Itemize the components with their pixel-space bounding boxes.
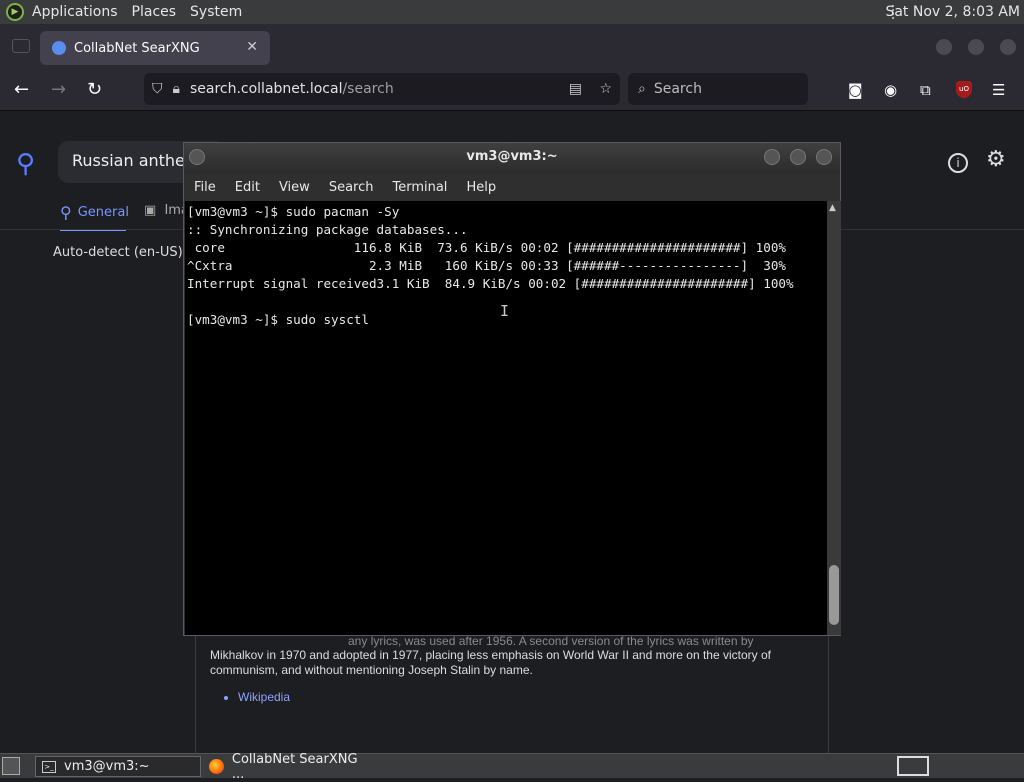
search-placeholder: Search [653,81,702,97]
shield-icon[interactable]: ⛉ [152,81,163,97]
firefox-icon [209,759,224,774]
menu-applications[interactable]: Applications [32,4,118,20]
infobox-text-cut: any lyrics, was used after 1956. A secon… [348,634,754,648]
text-cursor-icon: I [500,302,510,320]
terminal-line: ^Cxtra 2.3 MiB 160 KiB/s 00:33 [######--… [187,258,786,273]
reload-icon[interactable]: ↻ [87,79,102,100]
lock-icon[interactable]: 🔒︎ [173,81,180,97]
nav-toolbar: ← → ↻ ⛉ 🔒︎ search.collabnet.local /searc… [0,69,1024,111]
taskbar-terminal-label: vm3@vm3:~ [64,759,150,774]
terminal-menu-view[interactable]: View [279,180,310,195]
bottom-taskbar: >_ vm3@vm3:~ CollabNet SearXNG ... [0,752,1024,782]
show-desktop-icon[interactable] [2,757,20,775]
terminal-line: :: Synchronizing package databases... [187,222,468,237]
top-panel: ▶ Applications Places System Sat Nov 2, … [0,0,1024,25]
terminal-title: vm3@vm3:~ [466,149,558,164]
terminal-menu-file[interactable]: File [194,180,216,195]
pocket-icon[interactable]: ◙ [848,81,863,99]
terminal-close-button[interactable] [816,149,832,165]
terminal-titlebar[interactable]: vm3@vm3:~ [184,143,840,173]
taskbar-browser-label: CollabNet SearXNG ... [231,751,358,782]
terminal-output[interactable]: [vm3@vm3 ~]$ sudo pacman -Sy:: Synchroni… [185,201,827,635]
search-icon: ⌕ [638,81,646,97]
url-path: /search [342,81,394,97]
terminal-maximize-button[interactable] [790,149,806,165]
searxng-favicon-icon [52,41,66,55]
bookmark-star-icon[interactable]: ☆ [599,81,612,97]
infobox-text: Mikhalkov in 1970 and adopted in 1977, p… [210,648,771,677]
terminal-scrollbar[interactable]: ▲ [827,201,841,635]
terminal-menu-help[interactable]: Help [466,180,496,195]
terminal-menubar: File Edit View Search Terminal Help [184,173,840,201]
url-domain: search.collabnet.local [189,81,343,97]
extensions-icon[interactable]: ⧉ [920,81,931,99]
minimize-window-button[interactable] [936,39,952,55]
menu-system[interactable]: System [190,4,242,20]
info-icon[interactable]: i [948,153,968,173]
searxng-logo-icon[interactable]: ⚲ [16,149,35,179]
terminal-window[interactable]: vm3@vm3:~ File Edit View Search Terminal… [183,142,841,636]
tab-title: CollabNet SearXNG [74,40,200,56]
distro-logo-icon[interactable]: ▶ [6,3,24,21]
terminal-line: [vm3@vm3 ~]$ sudo pacman -Sy [187,204,400,219]
account-icon[interactable]: ◉ [884,81,897,99]
terminal-menu-search[interactable]: Search [329,180,374,195]
close-window-button[interactable] [1000,39,1016,55]
tab-general[interactable]: ⚲ General [60,203,129,231]
window-menu-button[interactable] [189,149,205,165]
workspace-switcher[interactable] [897,756,929,776]
terminal-minimize-button[interactable] [764,149,780,165]
close-tab-icon[interactable]: ✕ [246,39,258,55]
settings-gear-icon[interactable]: ⚙ [986,147,1006,172]
scrollbar-thumb[interactable] [829,565,839,625]
image-icon: ▣ [144,203,157,218]
language-selector[interactable]: Auto-detect (en-US) [53,245,183,260]
forward-arrow-icon[interactable]: → [51,79,66,100]
infobox-links: Wikipedia [238,690,814,705]
search-icon: ⚲ [60,203,72,222]
terminal-line: Interrupt signal received3.1 KiB 84.9 Ki… [187,276,794,291]
wikipedia-link[interactable]: Wikipedia [238,690,814,705]
terminal-menu-edit[interactable]: Edit [235,180,260,195]
tab-bar: CollabNet SearXNG ✕ [0,25,1024,69]
ublock-origin-icon[interactable]: uO [956,81,972,98]
terminal-line: core 116.8 KiB 73.6 KiB/s 00:02 [#######… [187,240,786,255]
menu-places[interactable]: Places [132,4,177,20]
tab-general-label: General [77,205,129,220]
clock[interactable]: Sat Nov 2, 8:03 AM [885,4,1020,20]
tab-overview-icon[interactable] [12,39,30,53]
reader-view-icon[interactable]: ▤ [569,81,582,97]
browser-tab[interactable]: CollabNet SearXNG ✕ [40,31,270,65]
terminal-icon: >_ [42,760,56,773]
search-bar[interactable]: ⌕ Search [628,73,808,105]
url-bar[interactable]: ⛉ 🔒︎ search.collabnet.local /search ▤ ☆ [144,73,620,105]
back-arrow-icon[interactable]: ← [14,79,29,100]
taskbar-item-browser[interactable]: CollabNet SearXNG ... [203,752,373,782]
maximize-window-button[interactable] [968,39,984,55]
hamburger-menu-icon[interactable]: ☰ [992,81,1005,99]
terminal-menu-terminal[interactable]: Terminal [392,180,447,195]
taskbar-item-terminal[interactable]: >_ vm3@vm3:~ [35,756,201,777]
scroll-up-arrow-icon[interactable]: ▲ [829,203,836,213]
